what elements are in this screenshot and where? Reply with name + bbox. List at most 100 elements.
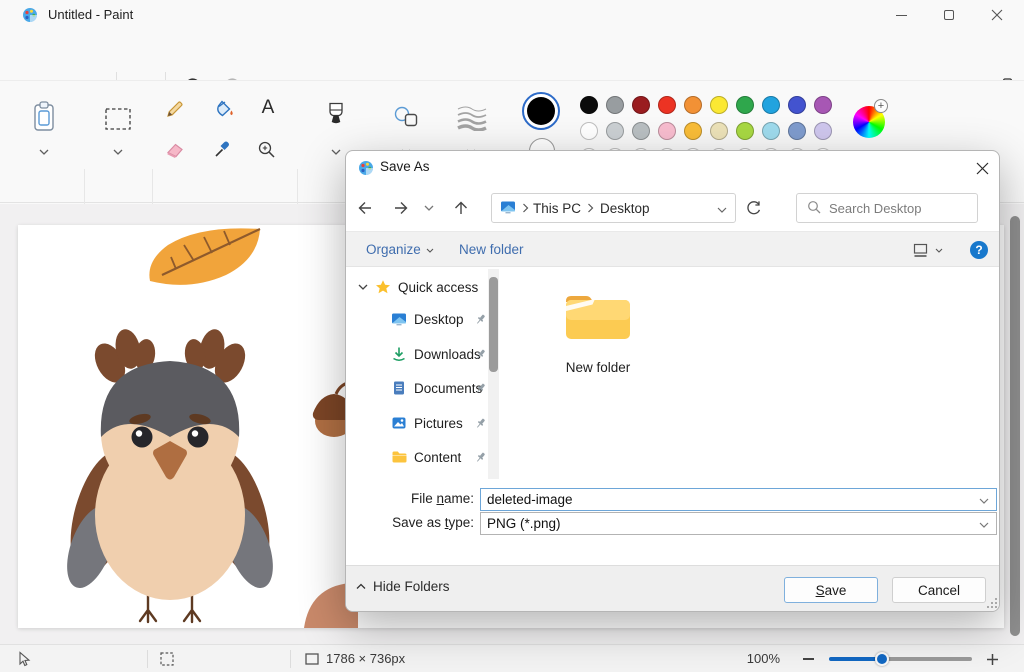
address-dropdown-chevron[interactable] [717, 201, 727, 216]
palette-color[interactable] [814, 122, 832, 140]
sidebar-item-downloads[interactable]: Downloads [391, 346, 481, 362]
breadcrumb-this-pc[interactable]: This PC [533, 201, 581, 216]
text-tool-icon[interactable]: A [257, 97, 279, 119]
cursor-position-icon [14, 650, 32, 668]
palette-color[interactable] [580, 96, 598, 114]
zoom-in-icon[interactable] [982, 650, 1002, 668]
sidebar-item-documents[interactable]: Documents [391, 380, 482, 396]
palette-row-2 [580, 122, 832, 140]
canvas-vertical-scrollbar[interactable] [1010, 216, 1020, 636]
maximize-button[interactable] [928, 0, 970, 30]
documents-icon [391, 380, 407, 396]
sidebar-item-pictures[interactable]: Pictures [391, 415, 463, 431]
nav-forward-icon[interactable] [388, 195, 414, 221]
save-as-dialog: Save As This PC Desktop [345, 150, 1000, 612]
file-item-label: New folder [550, 360, 646, 375]
palette-color[interactable] [684, 122, 702, 140]
dialog-paint-icon [358, 160, 374, 176]
save-button[interactable]: Save [784, 577, 878, 603]
palette-color[interactable] [736, 122, 754, 140]
save-type-dropdown-chevron[interactable] [973, 516, 989, 531]
menu-bar: File View [0, 30, 1024, 80]
zoom-level-value: 100% [715, 645, 780, 672]
expander-chevron-icon [358, 284, 368, 290]
nav-history-chevron[interactable] [422, 203, 436, 213]
image-dropdown-chevron[interactable] [113, 143, 123, 158]
palette-color[interactable] [736, 96, 754, 114]
file-item-new-folder[interactable]: New folder [550, 287, 646, 375]
brushes-dropdown-chevron[interactable] [331, 143, 341, 158]
shapes-icon[interactable] [393, 105, 419, 130]
this-pc-icon [500, 199, 516, 218]
palette-color[interactable] [814, 96, 832, 114]
zoom-slider-track[interactable] [882, 657, 972, 661]
magnifier-icon[interactable] [257, 140, 277, 163]
breadcrumb-chevron [587, 201, 594, 216]
pin-icon [474, 382, 487, 395]
breadcrumb-desktop[interactable]: Desktop [600, 201, 650, 216]
palette-color[interactable] [632, 122, 650, 140]
zoom-slider-thumb[interactable] [875, 652, 889, 666]
nav-up-icon[interactable] [448, 195, 474, 221]
size-icon[interactable] [456, 105, 488, 134]
color1-selected[interactable] [522, 92, 560, 130]
fill-icon[interactable] [212, 99, 236, 122]
palette-color[interactable] [762, 96, 780, 114]
eraser-icon[interactable] [165, 141, 185, 162]
search-box[interactable] [796, 193, 978, 223]
dialog-close-icon[interactable] [968, 155, 996, 181]
hide-folders-button[interactable]: Hide Folders [356, 579, 450, 594]
palette-color[interactable] [710, 122, 728, 140]
pin-icon [474, 451, 487, 464]
palette-color[interactable] [710, 96, 728, 114]
resize-grip[interactable] [987, 598, 997, 608]
clipboard-dropdown-chevron[interactable] [39, 143, 49, 158]
palette-color[interactable] [762, 122, 780, 140]
view-options-chevron[interactable] [934, 246, 944, 254]
palette-color[interactable] [788, 96, 806, 114]
sidebar-item-desktop[interactable]: Desktop [391, 311, 464, 327]
pencil-icon[interactable] [165, 99, 185, 122]
file-name-dropdown-chevron[interactable] [979, 492, 989, 507]
palette-color[interactable] [684, 96, 702, 114]
palette-color[interactable] [606, 96, 624, 114]
color-picker-icon[interactable] [213, 139, 233, 162]
select-icon[interactable] [104, 107, 132, 134]
file-name-input[interactable] [481, 492, 971, 507]
breadcrumb-chevron [522, 201, 529, 216]
sidebar-scrollbar[interactable] [488, 269, 499, 479]
save-as-type-select[interactable]: PNG (*.png) [480, 512, 997, 535]
organize-button[interactable]: Organize [366, 232, 434, 268]
nav-back-icon[interactable] [352, 195, 378, 221]
help-button[interactable]: ? [970, 241, 988, 259]
palette-color[interactable] [580, 122, 598, 140]
sidebar-scrollbar-thumb[interactable] [489, 277, 498, 372]
search-input[interactable] [829, 201, 969, 216]
status-bar: 1786 × 736px 100% [0, 644, 1024, 672]
quick-access-label: Quick access [398, 280, 478, 295]
sidebar-quick-access[interactable]: Quick access [358, 279, 478, 295]
cancel-button[interactable]: Cancel [892, 577, 986, 603]
dialog-command-bar: Organize New folder ? [346, 231, 999, 267]
palette-color[interactable] [632, 96, 650, 114]
dialog-body: Quick access Desktop Downloads Documents… [346, 267, 999, 481]
view-options-icon[interactable] [911, 241, 929, 259]
add-color-plus-icon[interactable]: + [874, 99, 888, 113]
sidebar-item-content[interactable]: Content [391, 449, 461, 465]
palette-color[interactable] [658, 96, 676, 114]
brush-icon[interactable] [324, 101, 348, 136]
palette-color[interactable] [788, 122, 806, 140]
close-button[interactable] [976, 0, 1018, 30]
new-folder-button[interactable]: New folder [459, 232, 524, 268]
zoom-out-icon[interactable] [798, 650, 818, 668]
palette-color[interactable] [606, 122, 624, 140]
organize-chevron-icon [426, 248, 434, 253]
minimize-button[interactable] [880, 0, 922, 30]
palette-color[interactable] [658, 122, 676, 140]
window-title: Untitled - Paint [48, 0, 133, 30]
refresh-icon[interactable] [740, 195, 766, 221]
file-name-field[interactable] [480, 488, 997, 511]
paste-icon[interactable] [31, 100, 57, 137]
star-icon [375, 279, 391, 295]
breadcrumb[interactable]: This PC Desktop [491, 193, 736, 223]
